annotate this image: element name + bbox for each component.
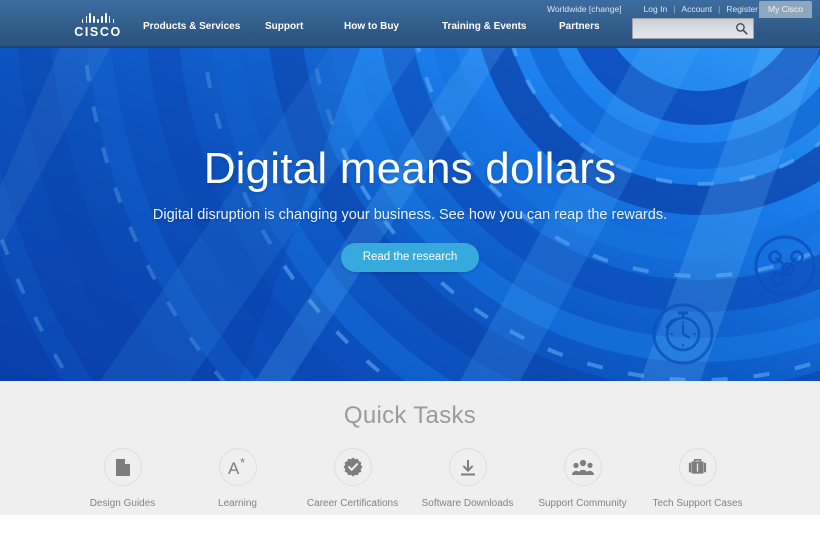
quick-tasks-section: Quick Tasks Design Guides A * Learning C… <box>0 381 820 515</box>
utility-separator-1: | <box>673 3 676 14</box>
account-link[interactable]: Account <box>681 4 712 14</box>
footer-area <box>0 515 820 548</box>
document-icon <box>103 448 142 486</box>
register-link[interactable]: Register <box>726 4 758 14</box>
download-icon <box>448 448 487 486</box>
hero-content: Digital means dollars Digital disruption… <box>0 48 820 381</box>
quick-task-label: Design Guides <box>89 498 156 509</box>
quick-task-design-guides[interactable]: Design Guides <box>65 448 180 509</box>
nav-training-events[interactable]: Training & Events <box>442 21 526 32</box>
read-the-research-button[interactable]: Read the research <box>340 243 480 272</box>
my-cisco-button[interactable]: My Cisco <box>759 1 812 18</box>
cisco-homepage: Worldwide [change] Log In | Account | Re… <box>0 0 820 548</box>
hero-subhead: Digital disruption is changing your busi… <box>152 207 668 223</box>
svg-text:A: A <box>228 459 240 477</box>
log-in-link[interactable]: Log In <box>644 4 668 14</box>
quick-task-software-downloads[interactable]: Software Downloads <box>410 448 525 509</box>
quick-task-tech-support-cases[interactable]: Tech Support Cases <box>640 448 755 509</box>
quick-tasks-list: Design Guides A * Learning Career Certif… <box>0 448 820 509</box>
site-header: Worldwide [change] Log In | Account | Re… <box>0 0 820 48</box>
search-box[interactable] <box>632 18 754 39</box>
quick-task-label: Tech Support Cases <box>652 498 743 509</box>
utility-nav: Worldwide [change] Log In | Account | Re… <box>547 1 758 16</box>
quick-tasks-title: Quick Tasks <box>343 402 477 429</box>
main-nav: Products & Services Support How to Buy T… <box>143 21 613 37</box>
cisco-logo[interactable]: CISCO <box>72 13 124 39</box>
quick-task-label: Career Certifications <box>306 498 399 509</box>
cisco-wordmark: CISCO <box>74 25 122 39</box>
nav-how-to-buy[interactable]: How to Buy <box>344 21 399 32</box>
certification-badge-icon <box>333 448 372 486</box>
quick-task-label: Software Downloads <box>421 498 514 509</box>
nav-products-services[interactable]: Products & Services <box>143 21 240 32</box>
quick-task-label: Support Community <box>538 498 627 509</box>
hero-headline: Digital means dollars <box>203 144 617 193</box>
quick-task-learning[interactable]: A * Learning <box>180 448 295 509</box>
nav-partners[interactable]: Partners <box>559 21 600 32</box>
worldwide-change-link[interactable]: Worldwide [change] <box>547 4 622 14</box>
hero-banner: Digital means dollars Digital disruption… <box>0 48 820 381</box>
svg-text:*: * <box>240 457 245 470</box>
briefcase-icon <box>678 448 717 486</box>
utility-separator-2: | <box>718 3 721 14</box>
a-star-icon: A * <box>218 448 257 486</box>
people-group-icon <box>563 448 602 486</box>
search-icon[interactable] <box>735 22 748 40</box>
search-input[interactable] <box>637 21 733 36</box>
nav-support[interactable]: Support <box>265 21 303 32</box>
cisco-bridge-logo-icon <box>72 13 124 23</box>
quick-task-support-community[interactable]: Support Community <box>525 448 640 509</box>
quick-task-label: Learning <box>218 498 257 509</box>
quick-task-career-certifications[interactable]: Career Certifications <box>295 448 410 509</box>
